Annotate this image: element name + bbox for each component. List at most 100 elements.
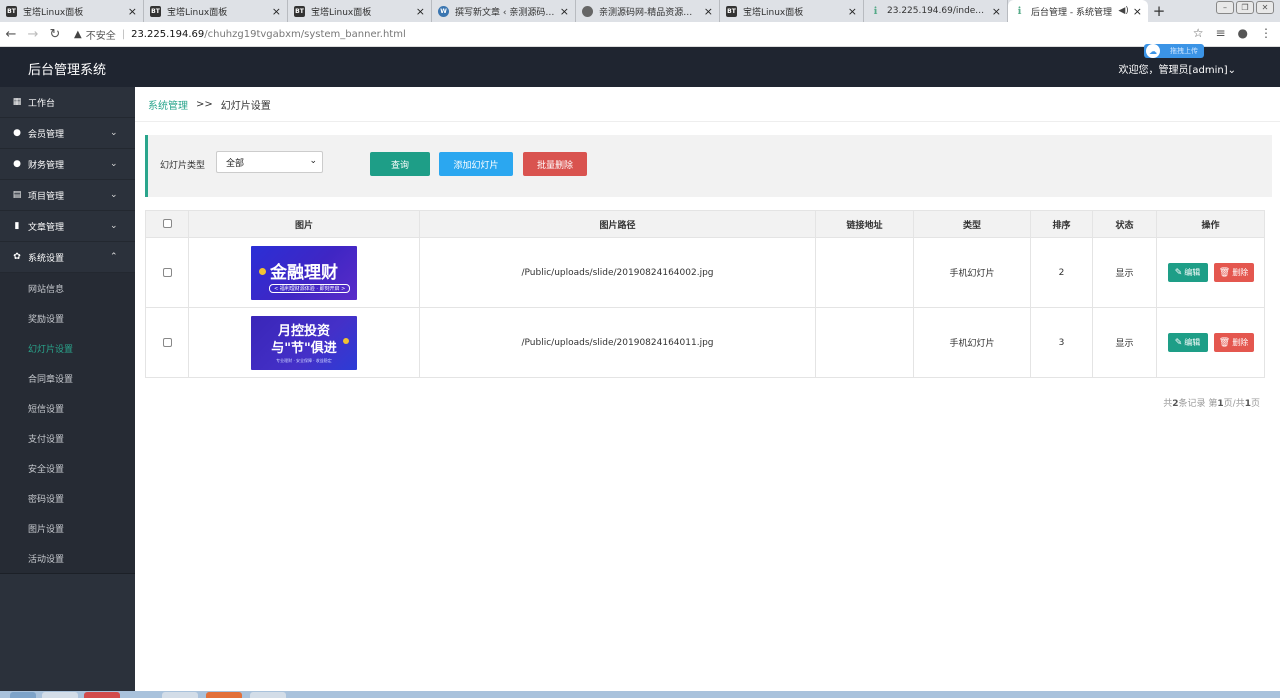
- table-header-row: 图片 图片路径 链接地址 类型 排序 状态 操作: [145, 210, 1265, 238]
- browser-tab[interactable]: W 撰写新文章 ‹ 亲测源码网 — ×: [432, 0, 576, 22]
- sidebar-item-members[interactable]: ● 会员管理 ⌄: [0, 118, 135, 149]
- star-icon[interactable]: ☆: [1193, 26, 1204, 40]
- edit-button[interactable]: ✎ 编辑: [1167, 263, 1208, 282]
- url-host: 23.225.194.69: [131, 28, 205, 40]
- browser-tab[interactable]: BT 宝塔Linux面板 ×: [0, 0, 144, 22]
- row-checkbox[interactable]: [162, 267, 172, 277]
- slide-thumbnail[interactable]: 金融理财 < 福利理财源体验 · 即刻开启 >: [251, 245, 357, 300]
- sidebar-subitem-contract-seal[interactable]: 合同章设置: [0, 363, 135, 393]
- close-tab-icon[interactable]: ×: [848, 5, 857, 18]
- browser-tab-active[interactable]: ℹ 后台管理 - 系统管理 ◀) ×: [1008, 0, 1148, 22]
- table-row: 金融理财 < 福利理财源体验 · 即刻开启 > /Public/uploads/…: [145, 237, 1265, 308]
- os-taskbar: [0, 691, 1280, 698]
- column-header-image: 图片: [188, 210, 420, 238]
- breadcrumb-parent[interactable]: 系统管理: [148, 97, 188, 112]
- edit-button[interactable]: ✎ 编辑: [1167, 333, 1208, 352]
- browser-tab[interactable]: 亲测源码网-精品资源站长亲 ×: [576, 0, 720, 22]
- path-cell: /Public/uploads/slide/20190824164002.jpg: [419, 237, 816, 308]
- thumbnail-subtitle: 专业理财 · 安全保障 · 收益稳定: [276, 357, 332, 363]
- sidebar-subitem-images[interactable]: 图片设置: [0, 513, 135, 543]
- sidebar-item-dashboard[interactable]: ▦ 工作台: [0, 87, 135, 118]
- chevron-down-icon: ⌄: [110, 190, 118, 200]
- sidebar-item-label: 工作台: [28, 98, 56, 109]
- order-cell: 2: [1030, 237, 1093, 308]
- close-tab-icon[interactable]: ×: [416, 5, 425, 18]
- close-tab-icon[interactable]: ×: [272, 5, 281, 18]
- sidebar-subitem-sms[interactable]: 短信设置: [0, 393, 135, 423]
- taskbar-button[interactable]: [250, 692, 286, 698]
- forward-icon[interactable]: →: [22, 27, 44, 42]
- sidebar-subitem-reward[interactable]: 奖励设置: [0, 303, 135, 333]
- speaker-icon[interactable]: ◀): [1118, 6, 1128, 16]
- close-tab-icon[interactable]: ×: [992, 5, 1001, 18]
- new-tab-button[interactable]: +: [1148, 0, 1170, 22]
- column-header-link: 链接地址: [815, 210, 914, 238]
- sidebar-item-projects[interactable]: ▤ 项目管理 ⌄: [0, 180, 135, 211]
- sidebar-item-label: 财务管理: [28, 160, 65, 171]
- taskbar-button[interactable]: [84, 692, 120, 698]
- sidebar-item-system-settings[interactable]: ✿ 系统设置 ⌃: [0, 242, 135, 273]
- select-all-checkbox[interactable]: [162, 219, 172, 228]
- add-slide-button[interactable]: 添加幻灯片: [439, 152, 513, 176]
- sidebar-item-articles[interactable]: ▮ 文章管理 ⌄: [0, 211, 135, 242]
- menu-icon[interactable]: ⋮: [1260, 26, 1272, 40]
- breadcrumb: 系统管理 >> 幻灯片设置: [135, 87, 1280, 122]
- globe-icon: [582, 5, 593, 17]
- restore-icon[interactable]: ❐: [1236, 1, 1254, 14]
- close-tab-icon[interactable]: ×: [128, 5, 137, 18]
- row-select-cell: [145, 237, 189, 308]
- browser-address-bar: ← → ↻ ▲ 不安全 | 23.225.194.69/chuhzg19tvga…: [0, 22, 1280, 47]
- browser-tab[interactable]: ℹ23.225.194.69/index.php?×: [864, 0, 1008, 22]
- row-select-cell: [145, 307, 189, 378]
- slide-type-label: 幻灯片类型: [160, 161, 206, 171]
- security-label: 不安全: [85, 30, 116, 42]
- user-menu[interactable]: 欢迎您，管理员[admin]⌄: [1118, 61, 1236, 76]
- back-icon[interactable]: ←: [0, 27, 22, 42]
- reload-icon[interactable]: ↻: [44, 27, 66, 42]
- sidebar-subitem-site-info[interactable]: 网站信息: [0, 273, 135, 303]
- taskbar-button[interactable]: [162, 692, 198, 698]
- delete-button[interactable]: 🗑 删除: [1213, 263, 1254, 282]
- sidebar-subitem-security[interactable]: 安全设置: [0, 453, 135, 483]
- taskbar-button[interactable]: [42, 692, 78, 698]
- sidebar-subitem-payment[interactable]: 支付设置: [0, 423, 135, 453]
- sidebar-subitem-password[interactable]: 密码设置: [0, 483, 135, 513]
- slide-type-select[interactable]: 全部 ⌄: [216, 151, 323, 173]
- dashboard-icon: ▦: [12, 97, 22, 107]
- close-tab-icon[interactable]: ×: [1133, 5, 1142, 18]
- column-header-status: 状态: [1092, 210, 1157, 238]
- upload-label: 拖拽上传: [1170, 47, 1198, 55]
- sidebar-item-label: 文章管理: [28, 222, 65, 233]
- account-icon[interactable]: ●: [1238, 26, 1248, 40]
- image-cell: 金融理财 < 福利理财源体验 · 即刻开启 >: [188, 237, 420, 308]
- taskbar-button[interactable]: [206, 692, 242, 698]
- taskbar-button[interactable]: [10, 692, 36, 698]
- path-cell: /Public/uploads/slide/20190824164011.jpg: [419, 307, 816, 378]
- app-header: 后台管理系统 ☁ 拖拽上传 欢迎您，管理员[admin]⌄: [0, 44, 1280, 87]
- minimize-icon[interactable]: –: [1216, 1, 1234, 14]
- slide-type-selected: 全部: [226, 158, 245, 169]
- url-field[interactable]: ▲ 不安全 | 23.225.194.69/chuhzg19tvgabxm/sy…: [74, 27, 406, 42]
- drag-upload-button[interactable]: ☁ 拖拽上传: [1144, 44, 1204, 58]
- browser-tab[interactable]: BT 宝塔Linux面板 ×: [144, 0, 288, 22]
- query-button[interactable]: 查询: [370, 152, 430, 176]
- playlist-icon[interactable]: ≡: [1215, 26, 1225, 40]
- browser-tab[interactable]: BT 宝塔Linux面板 ×: [720, 0, 864, 22]
- sidebar-subitem-slides[interactable]: 幻灯片设置: [0, 333, 135, 363]
- close-window-icon[interactable]: ✕: [1256, 1, 1274, 14]
- batch-delete-button[interactable]: 批量删除: [523, 152, 587, 176]
- sidebar-item-label: 系统设置: [28, 253, 65, 264]
- sidebar: ▦ 工作台 ● 会员管理 ⌄ ● 财务管理 ⌄ ▤ 项目管理 ⌄ ▮ 文章管理 …: [0, 87, 135, 698]
- close-tab-icon[interactable]: ×: [560, 5, 569, 18]
- coin-decoration: [343, 337, 349, 344]
- sidebar-subitem-activities[interactable]: 活动设置: [0, 543, 135, 573]
- delete-button[interactable]: 🗑 删除: [1213, 333, 1254, 352]
- slide-thumbnail[interactable]: 月控投资 与"节"俱进 专业理财 · 安全保障 · 收益稳定: [251, 315, 357, 370]
- pagination-info: 共2条记录 第1页/共1页: [1163, 399, 1260, 409]
- close-tab-icon[interactable]: ×: [704, 5, 713, 18]
- row-checkbox[interactable]: [162, 337, 172, 347]
- breadcrumb-separator: >>: [196, 98, 213, 110]
- sidebar-item-finance[interactable]: ● 财务管理 ⌄: [0, 149, 135, 180]
- browser-tab[interactable]: BT 宝塔Linux面板 ×: [288, 0, 432, 22]
- app-title: 后台管理系统: [28, 63, 107, 78]
